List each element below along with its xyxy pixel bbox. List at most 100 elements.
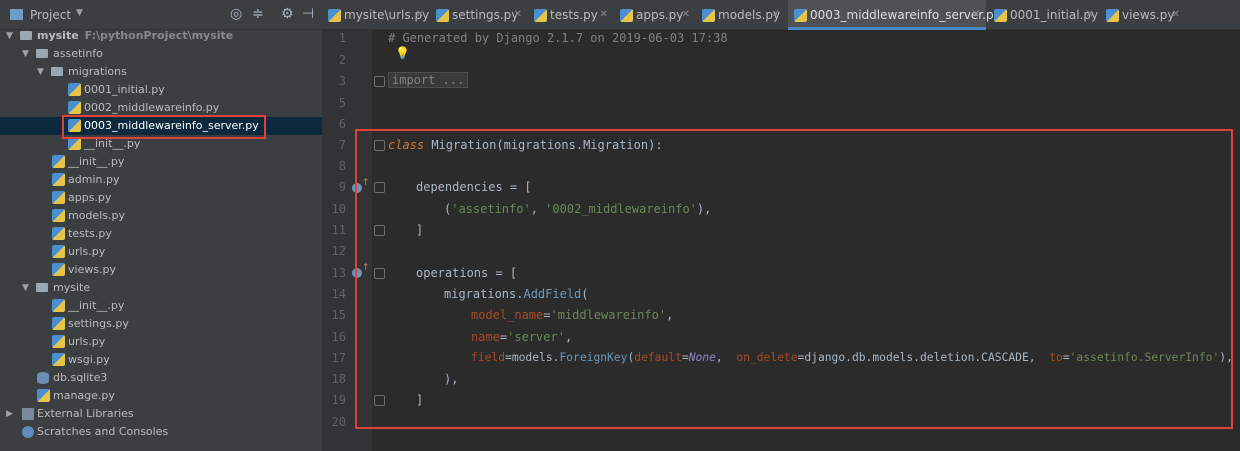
- python-file-icon: [52, 353, 65, 366]
- python-file-icon: [68, 83, 81, 96]
- tree-item-label: assetinfo: [53, 47, 103, 60]
- tab-0003-middlewareinfo-server[interactable]: 0003_middlewareinfo_server.py ✕: [788, 0, 1001, 30]
- hide-icon[interactable]: ⊣: [302, 6, 314, 22]
- tree-item-label: manage.py: [53, 389, 115, 402]
- line-number: 2: [338, 53, 346, 67]
- tab-mysite-urls[interactable]: mysite\urls.py ✕: [322, 0, 430, 30]
- python-file-icon: [52, 191, 65, 204]
- tree-item-label: 0001_initial.py: [84, 83, 165, 96]
- highlight-box-code: [355, 129, 1233, 429]
- close-icon[interactable]: ✕: [772, 0, 780, 30]
- close-icon[interactable]: ✕: [1086, 0, 1094, 30]
- line-number: 11: [331, 223, 346, 237]
- tree-item-wsgi[interactable]: wsgi.py: [0, 351, 322, 369]
- close-icon[interactable]: ✕: [972, 0, 980, 30]
- expand-arrow-icon[interactable]: ▼: [22, 279, 29, 297]
- tree-item-settings[interactable]: settings.py: [0, 315, 322, 333]
- tree-item-manage[interactable]: manage.py: [0, 387, 322, 405]
- tree-item-admin[interactable]: admin.py: [0, 171, 322, 189]
- expand-arrow-icon[interactable]: ▼: [6, 27, 13, 45]
- project-panel: Project ▼ ◎ ≑ ⚙ ⊣ ▼ mysite F:\pythonProje…: [0, 0, 322, 451]
- expand-arrow-icon[interactable]: ▶: [6, 405, 13, 423]
- collapse-all-icon[interactable]: ≑: [252, 6, 264, 22]
- tab-apps[interactable]: apps.py ✕: [614, 0, 696, 30]
- tree-item-scratches[interactable]: Scratches and Consoles: [0, 423, 322, 441]
- tree-item-mysite-root[interactable]: ▼ mysite F:\pythonProject\mysite: [0, 27, 322, 45]
- tree-item-label: models.py: [68, 209, 125, 222]
- line-number: 8: [338, 159, 346, 173]
- close-icon[interactable]: ✕: [682, 0, 690, 30]
- tree-item-external-libraries[interactable]: ▶ External Libraries: [0, 405, 322, 423]
- line-number: 19: [331, 393, 346, 407]
- python-file-icon: [994, 9, 1007, 22]
- python-file-icon: [37, 389, 50, 402]
- tree-item-label: mysite: [37, 29, 79, 42]
- python-file-icon: [52, 335, 65, 348]
- tree-item-urls[interactable]: urls.py: [0, 243, 322, 261]
- python-file-icon: [52, 227, 65, 240]
- line-number: 10: [331, 202, 346, 216]
- expand-arrow-icon[interactable]: ▼: [37, 63, 44, 81]
- lightbulb-icon[interactable]: 💡: [395, 46, 410, 60]
- tree-item-assetinfo-init[interactable]: __init__.py: [0, 153, 322, 171]
- tree-item-label: Scratches and Consoles: [37, 425, 169, 438]
- close-icon[interactable]: ✕: [600, 0, 608, 30]
- tab-label: apps.py: [636, 8, 684, 22]
- line-number: 17: [331, 351, 346, 365]
- python-file-icon: [1106, 9, 1119, 22]
- line-number: 20: [331, 415, 346, 429]
- project-panel-header: Project ▼ ◎ ≑ ⚙ ⊣: [0, 0, 322, 30]
- line-number: 12: [331, 244, 346, 258]
- line-number: 5: [338, 96, 346, 110]
- tree-item-label: urls.py: [68, 335, 106, 348]
- tree-item-label: apps.py: [68, 191, 112, 204]
- collapsed-import-block[interactable]: import ...: [388, 72, 469, 88]
- tab-label: views.py: [1122, 8, 1175, 22]
- python-file-icon: [534, 9, 547, 22]
- fold-marker-icon[interactable]: [374, 76, 385, 87]
- tree-item-label: migrations: [68, 65, 127, 78]
- python-file-icon: [52, 155, 65, 168]
- tree-item-mysite-init[interactable]: __init__.py: [0, 297, 322, 315]
- python-file-icon: [52, 173, 65, 186]
- tree-item-path: F:\pythonProject\mysite: [84, 29, 234, 42]
- line-number: 1: [338, 31, 346, 45]
- tree-item-views[interactable]: views.py: [0, 261, 322, 279]
- folder-icon: [51, 67, 63, 76]
- expand-arrow-icon[interactable]: ▼: [22, 45, 29, 63]
- highlight-box-file: [62, 115, 266, 139]
- tab-tests[interactable]: tests.py ✕: [528, 0, 614, 30]
- tab-label: settings.py: [452, 8, 519, 22]
- code-line-1: # Generated by Django 2.1.7 on 2019-06-0…: [388, 31, 728, 45]
- tree-item-migrations[interactable]: ▼ migrations: [0, 63, 322, 81]
- tree-item-mysite-urls[interactable]: urls.py: [0, 333, 322, 351]
- tree-item-tests[interactable]: tests.py: [0, 225, 322, 243]
- tree-item-models[interactable]: models.py: [0, 207, 322, 225]
- tree-item-db-sqlite3[interactable]: db.sqlite3: [0, 369, 322, 387]
- gear-icon[interactable]: ⚙: [281, 6, 294, 22]
- tree-item-label: settings.py: [68, 317, 129, 330]
- tree-item-mysite-package[interactable]: ▼ mysite: [0, 279, 322, 297]
- locate-icon[interactable]: ◎: [230, 6, 242, 22]
- tree-item-apps[interactable]: apps.py: [0, 189, 322, 207]
- python-file-icon: [68, 101, 81, 114]
- tree-item-label: mysite: [53, 281, 91, 294]
- tab-views[interactable]: views.py ✕: [1100, 0, 1186, 30]
- close-icon[interactable]: ✕: [416, 0, 424, 30]
- tree-item-label: db.sqlite3: [53, 371, 108, 384]
- close-icon[interactable]: ✕: [514, 0, 522, 30]
- tab-0001-initial[interactable]: 0001_initial.py ✕: [988, 0, 1100, 30]
- tree-item-assetinfo[interactable]: ▼ assetinfo: [0, 45, 322, 63]
- python-file-icon: [328, 9, 341, 22]
- python-file-icon: [436, 9, 449, 22]
- chevron-down-icon[interactable]: ▼: [76, 8, 83, 18]
- tab-models[interactable]: models.py ✕: [696, 0, 786, 30]
- line-number: 18: [331, 372, 346, 386]
- line-number: 7: [338, 138, 346, 152]
- close-icon[interactable]: ✕: [1172, 0, 1180, 30]
- tree-item-label: __init__.py: [68, 299, 125, 312]
- tab-settings[interactable]: settings.py ✕: [430, 0, 528, 30]
- project-panel-title[interactable]: Project: [30, 8, 71, 22]
- python-file-icon: [794, 9, 807, 22]
- tree-item-0001-initial[interactable]: 0001_initial.py: [0, 81, 322, 99]
